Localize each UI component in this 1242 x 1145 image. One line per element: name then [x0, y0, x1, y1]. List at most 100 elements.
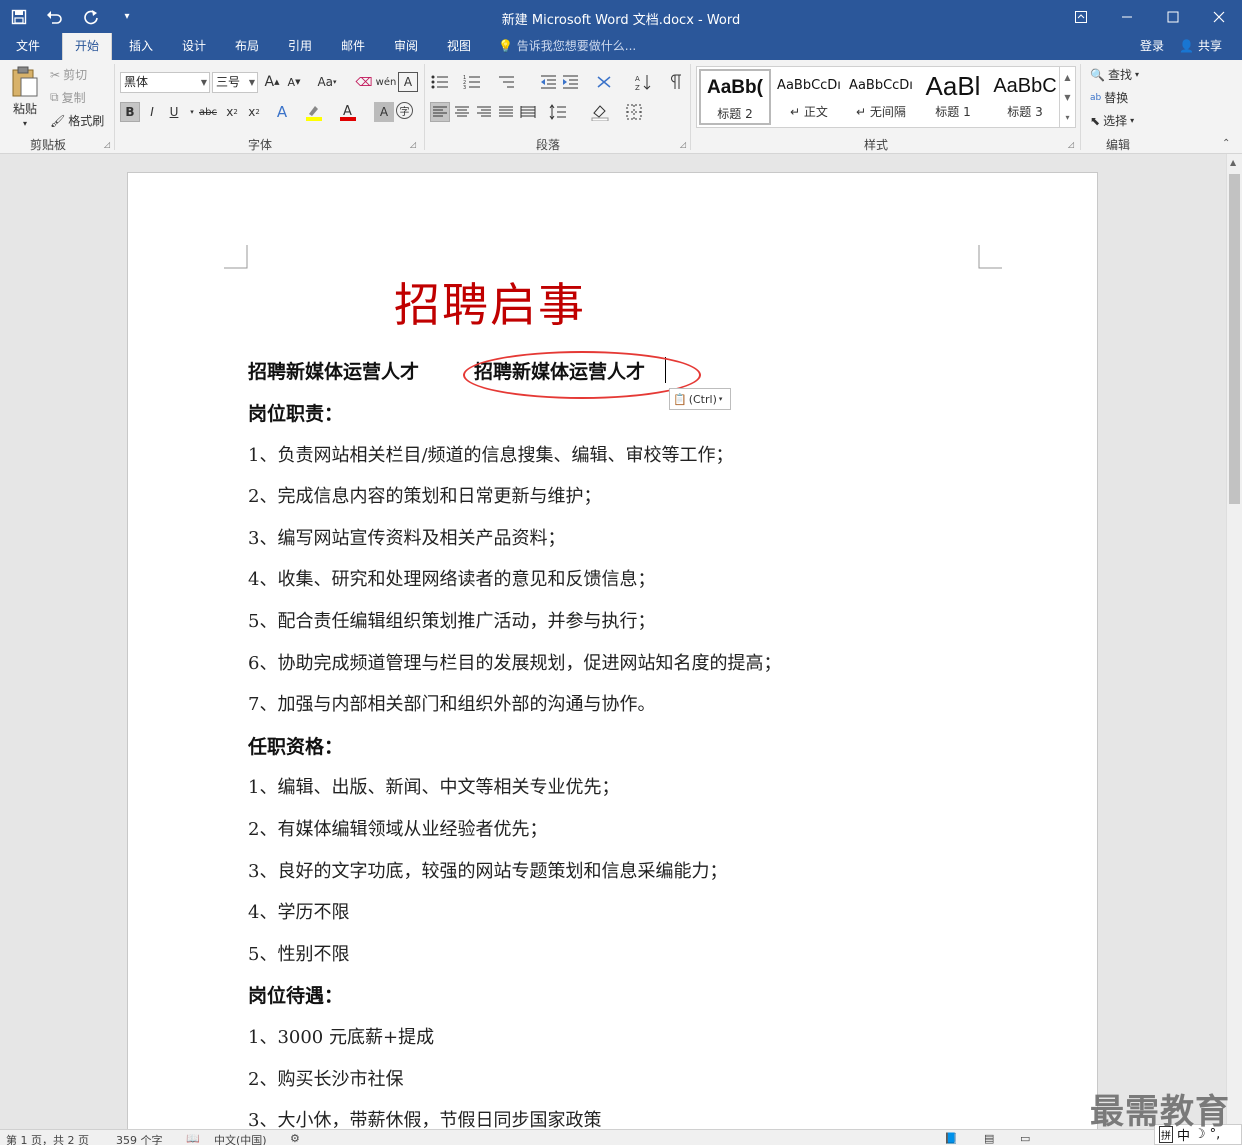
style-normal[interactable]: AaBbCcDı ↵ 正文: [773, 69, 845, 125]
tab-layout[interactable]: 布局: [223, 33, 271, 60]
font-name-combo[interactable]: 黑体 ▼: [120, 72, 210, 93]
maximize-icon[interactable]: [1150, 0, 1196, 33]
paste-options-button[interactable]: 📋 (Ctrl) ▾: [669, 388, 731, 410]
list-item: 5、配合责任编辑组织策划推广活动，并参与执行；: [248, 611, 656, 632]
vertical-scrollbar[interactable]: ▲: [1226, 154, 1242, 1129]
scrollbar-thumb[interactable]: [1229, 174, 1240, 504]
chinese-layout-icon[interactable]: [594, 72, 614, 92]
text-effects-icon[interactable]: A: [272, 102, 292, 122]
tab-mailings[interactable]: 邮件: [329, 33, 377, 60]
bold-button[interactable]: B: [120, 102, 140, 122]
word-count[interactable]: 359 个字: [116, 1132, 163, 1145]
numbering-icon[interactable]: 123: [462, 72, 482, 92]
collapse-ribbon-icon[interactable]: ⌃: [1222, 138, 1230, 149]
proofing-icon[interactable]: 📖: [186, 1132, 200, 1145]
show-marks-icon[interactable]: [666, 72, 686, 92]
read-mode-icon[interactable]: 📘: [944, 1132, 958, 1145]
style-heading-3[interactable]: AaBbC 标题 3: [989, 69, 1061, 125]
scroll-down-icon[interactable]: ▼: [1064, 93, 1070, 102]
watermark-text: 最需教育: [1090, 1092, 1230, 1132]
font-launcher-icon[interactable]: ◿: [410, 140, 416, 149]
person-icon: 👤: [1179, 39, 1195, 53]
paragraph-launcher-icon[interactable]: ◿: [680, 140, 686, 149]
svg-text:A: A: [635, 75, 640, 83]
highlight-icon[interactable]: [304, 102, 324, 122]
tab-insert[interactable]: 插入: [117, 33, 165, 60]
grow-font-button[interactable]: A ▲: [262, 72, 282, 92]
login-link[interactable]: 登录: [1140, 33, 1164, 59]
select-button[interactable]: ⬉ 选择 ▾: [1090, 112, 1134, 129]
page-count[interactable]: 第 1 页，共 2 页: [6, 1132, 89, 1145]
style-name: ↵ 正文: [790, 105, 828, 119]
phonetic-guide-icon[interactable]: wén: [376, 72, 397, 92]
list-item: 4、收集、研究和处理网络读者的意见和反馈信息；: [248, 569, 656, 590]
ribbon-display-options-icon[interactable]: [1058, 0, 1104, 33]
align-center-icon[interactable]: [452, 102, 472, 122]
tab-references[interactable]: 引用: [276, 33, 324, 60]
share-button[interactable]: 👤 共享: [1179, 33, 1222, 59]
character-shading-icon[interactable]: A: [374, 102, 394, 122]
font-size-combo[interactable]: 三号 ▼: [212, 72, 258, 93]
svg-text:3: 3: [463, 85, 466, 90]
align-left-icon[interactable]: [430, 102, 450, 122]
superscript-button[interactable]: x2: [244, 102, 264, 122]
align-right-icon[interactable]: [474, 102, 494, 122]
scroll-up-icon[interactable]: ▲: [1064, 73, 1070, 82]
sort-icon[interactable]: AZ: [634, 72, 654, 92]
ribbon-home: 粘贴 ▾ ✂ 剪切 ⧉ 复制 🖌 格式刷 剪贴板 ◿ 黑体 ▼ 三号 ▼ A ▲…: [0, 60, 1242, 154]
find-button[interactable]: 🔍 查找 ▾: [1090, 66, 1139, 83]
justify-icon[interactable]: [496, 102, 516, 122]
tab-review[interactable]: 审阅: [382, 33, 430, 60]
character-border-icon[interactable]: A: [398, 72, 418, 92]
language-status[interactable]: 中文(中国): [214, 1132, 267, 1145]
more-styles-icon[interactable]: ▾: [1065, 113, 1069, 122]
tab-file[interactable]: 文件: [4, 33, 52, 60]
copy-button[interactable]: ⧉ 复制: [50, 89, 86, 106]
cut-label: 剪切: [63, 68, 88, 82]
font-color-icon[interactable]: A: [338, 102, 358, 122]
print-layout-icon[interactable]: ▤: [984, 1132, 994, 1145]
bullets-icon[interactable]: [430, 72, 450, 92]
paste-button[interactable]: 粘贴 ▾: [10, 66, 40, 128]
font-group-label: 字体: [248, 138, 273, 152]
enclose-characters-icon[interactable]: 字: [396, 102, 413, 119]
scroll-up-icon[interactable]: ▲: [1230, 158, 1236, 167]
decrease-indent-icon[interactable]: [538, 72, 558, 92]
replace-button[interactable]: ab 替换: [1090, 89, 1128, 106]
style-heading-1[interactable]: AaBl 标题 1: [917, 69, 989, 125]
tab-home[interactable]: 开始: [62, 33, 113, 60]
clipboard-launcher-icon[interactable]: ◿: [104, 140, 110, 149]
styles-launcher-icon[interactable]: ◿: [1068, 140, 1074, 149]
subscript-button[interactable]: x2: [222, 102, 242, 122]
borders-icon[interactable]: [624, 102, 644, 122]
tab-design[interactable]: 设计: [170, 33, 218, 60]
strikethrough-button[interactable]: abc: [198, 102, 218, 122]
increase-indent-icon[interactable]: [560, 72, 580, 92]
shrink-font-button[interactable]: A ▼: [284, 72, 304, 92]
line-spacing-icon[interactable]: [548, 102, 568, 122]
shading-icon[interactable]: [590, 102, 610, 122]
minimize-icon[interactable]: [1104, 0, 1150, 33]
style-no-spacing[interactable]: AaBbCcDı ↵ 无间隔: [845, 69, 917, 125]
clear-formatting-icon[interactable]: ⌫: [354, 72, 374, 92]
change-case-button[interactable]: Aa ▾: [312, 72, 342, 92]
macro-icon[interactable]: ⚙: [290, 1132, 300, 1145]
copy-icon: ⧉: [50, 90, 59, 104]
tab-view[interactable]: 视图: [435, 33, 483, 60]
paragraph-group-label: 段落: [536, 138, 561, 152]
style-heading-2[interactable]: AaBb( 标题 2: [699, 69, 771, 125]
format-painter-button[interactable]: 🖌 格式刷: [50, 112, 104, 129]
italic-button[interactable]: I: [142, 102, 162, 122]
list-item: 1、编辑、出版、新闻、中文等相关专业优先；: [248, 777, 620, 798]
document-page[interactable]: 招聘启事 招聘新媒体运营人才 招聘新媒体运营人才 📋 (Ctrl) ▾ 岗位职责…: [127, 172, 1098, 1145]
web-layout-icon[interactable]: ▭: [1020, 1132, 1030, 1145]
close-icon[interactable]: [1196, 0, 1242, 33]
underline-button[interactable]: U: [164, 102, 184, 122]
distributed-icon[interactable]: [518, 102, 538, 122]
multilevel-list-icon[interactable]: [496, 72, 516, 92]
group-divider: [1080, 64, 1081, 150]
style-name: 标题 2: [717, 107, 753, 121]
document-title: 招聘启事: [394, 278, 586, 332]
cut-button[interactable]: ✂ 剪切: [50, 66, 87, 83]
tell-me-search[interactable]: 💡 告诉我您想要做什么...: [498, 33, 636, 60]
